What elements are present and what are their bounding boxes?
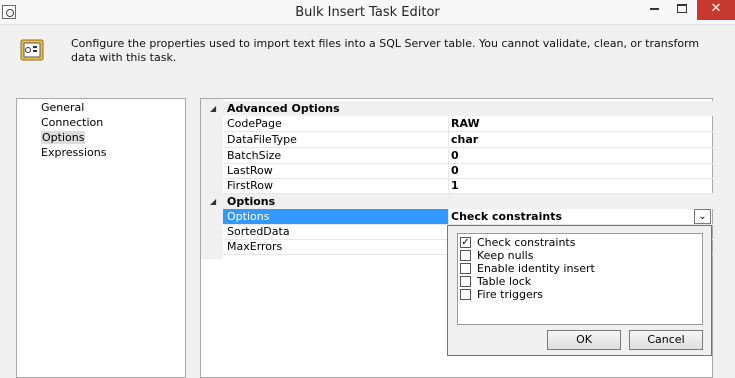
options-checklist: ✓ Check constraints Keep nulls Enable id…	[457, 233, 703, 325]
maximize-button[interactable]	[668, 0, 696, 20]
checkbox-label: Keep nulls	[477, 249, 534, 262]
chevron-down-icon: ⌄	[698, 211, 707, 222]
checkbox-label: Check constraints	[477, 236, 576, 249]
property-value[interactable]: 1	[451, 178, 459, 193]
checkbox-unchecked[interactable]	[460, 263, 471, 274]
nav-item-expressions[interactable]: Expressions	[41, 146, 106, 159]
property-value-options[interactable]: Check constraints	[451, 209, 562, 224]
description-banner: Configure the properties used to import …	[0, 25, 735, 90]
options-dropdown-popup: ✓ Check constraints Keep nulls Enable id…	[447, 225, 712, 356]
banner-description: Configure the properties used to import …	[71, 37, 700, 64]
title-bar: Bulk Insert Task Editor ✕	[0, 0, 735, 25]
close-icon: ✕	[710, 1, 722, 16]
property-value[interactable]: char	[451, 132, 478, 147]
property-name: LastRow	[223, 163, 449, 178]
checkbox-label: Enable identity insert	[477, 262, 595, 275]
checkbox-checked[interactable]: ✓	[460, 237, 471, 248]
category-advanced-options[interactable]: ◢ Advanced Options	[201, 101, 713, 116]
property-name: MaxErrors	[223, 239, 449, 254]
minimize-button[interactable]	[640, 0, 668, 20]
cancel-button[interactable]: Cancel	[629, 330, 703, 350]
minimize-icon	[649, 7, 659, 10]
dropdown-toggle-button[interactable]: ⌄	[694, 209, 711, 224]
property-row-batchsize[interactable]: BatchSize 0	[223, 148, 713, 164]
category-label: Options	[227, 195, 276, 208]
page-navigation: General Connection Options Expressions	[16, 98, 186, 378]
maximize-icon	[677, 4, 687, 13]
collapse-arrow-icon[interactable]: ◢	[210, 194, 216, 209]
property-row-options[interactable]: Options Check constraints	[223, 209, 713, 225]
property-name: CodePage	[223, 116, 449, 131]
property-row-lastrow[interactable]: LastRow 0	[223, 163, 713, 179]
collapse-arrow-icon[interactable]: ◢	[210, 101, 216, 116]
checkbox-unchecked[interactable]	[460, 250, 471, 261]
property-name: BatchSize	[223, 148, 449, 163]
property-row-firstrow[interactable]: FirstRow 1	[223, 178, 713, 194]
database-config-icon	[20, 39, 44, 61]
category-label: Advanced Options	[227, 102, 340, 115]
category-options[interactable]: ◢ Options	[201, 194, 713, 209]
checkbox-unchecked[interactable]	[460, 276, 471, 287]
nav-item-general[interactable]: General	[41, 101, 84, 114]
nav-item-options[interactable]: Options	[41, 131, 86, 144]
property-value[interactable]: RAW	[451, 116, 480, 131]
property-name: FirstRow	[223, 178, 449, 193]
property-row-datafiletype[interactable]: DataFileType char	[223, 132, 713, 148]
ok-button[interactable]: OK	[547, 330, 621, 350]
property-value[interactable]: 0	[451, 148, 459, 163]
property-name: Options	[223, 209, 449, 224]
window-title: Bulk Insert Task Editor	[295, 5, 440, 20]
nav-item-connection[interactable]: Connection	[41, 116, 103, 129]
checkbox-unchecked[interactable]	[460, 289, 471, 300]
checkbox-label: Fire triggers	[477, 288, 544, 301]
property-name: SortedData	[223, 224, 449, 239]
property-row-codepage[interactable]: CodePage RAW	[223, 116, 713, 132]
property-name: DataFileType	[223, 132, 449, 147]
grid-gutter	[201, 99, 223, 259]
close-button[interactable]: ✕	[697, 0, 735, 20]
property-value[interactable]: 0	[451, 163, 459, 178]
checkbox-label: Table lock	[477, 275, 532, 288]
